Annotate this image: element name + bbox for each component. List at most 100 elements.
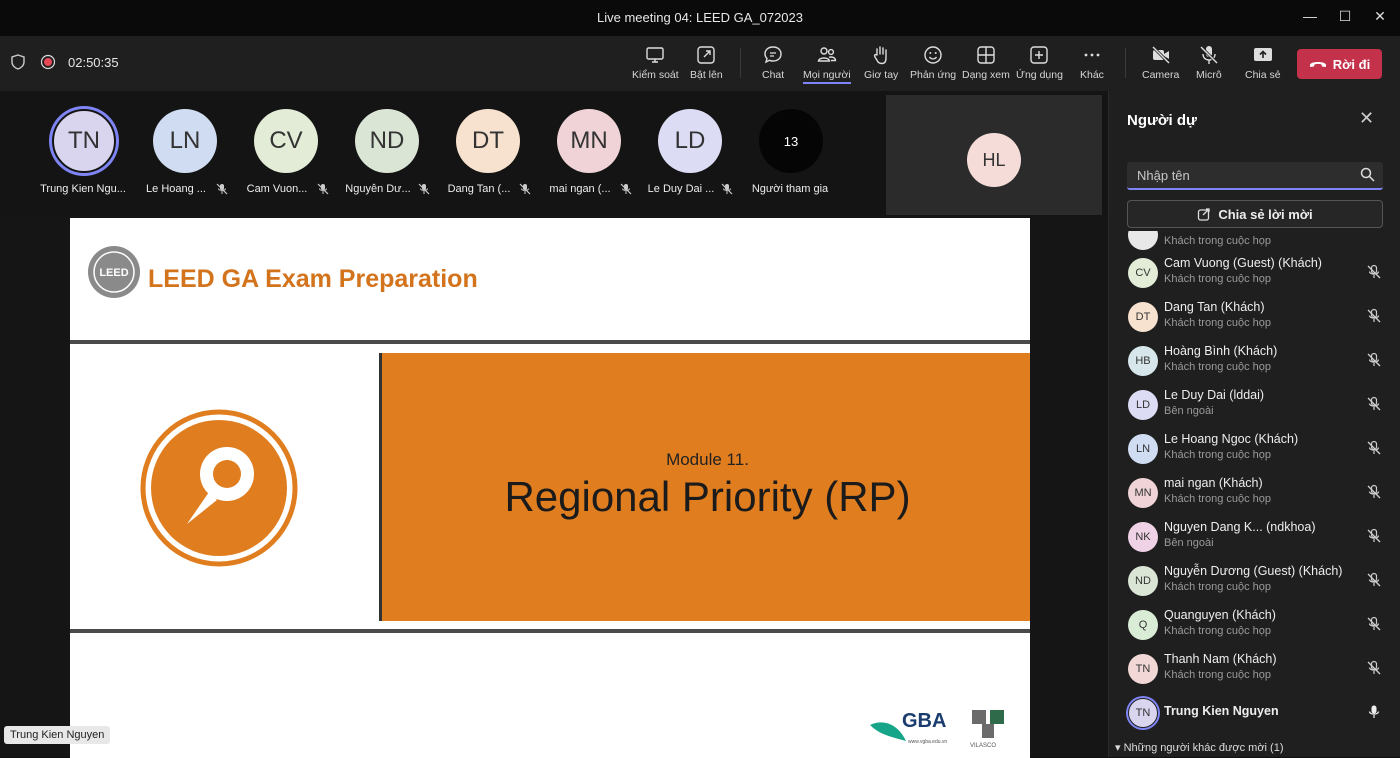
mic-off-icon[interactable] (1366, 528, 1382, 544)
title-bar: Live meeting 04: LEED GA_072023 — ☐ ✕ (0, 0, 1400, 36)
mic-on-icon[interactable] (1366, 704, 1382, 720)
overflow-label: Người tham gia (751, 183, 829, 195)
avatar: NK (1128, 522, 1158, 552)
avatar: TN (1128, 698, 1158, 728)
avatar: CV (1128, 258, 1158, 288)
mic-off-icon[interactable] (1366, 660, 1382, 676)
participant-row[interactable]: ND Nguyễn Dương (Guest) (Khách) Khách tr… (1109, 561, 1400, 605)
participant-tile[interactable]: LN Le Hoang ... (136, 105, 232, 205)
mic-off-icon[interactable] (1366, 264, 1382, 280)
participant-name: Dang Tan (Khách) (1164, 300, 1265, 314)
participant-name: Trung Kien Ngu... (40, 183, 126, 195)
participant-tile[interactable]: TN Trung Kien Ngu... (35, 105, 131, 205)
mic-off-icon (216, 183, 228, 195)
mic-off-icon (418, 183, 430, 195)
mic-off-icon[interactable] (1366, 352, 1382, 368)
panel-title: Người dự (1127, 112, 1197, 129)
slide-header: LEED GA Exam Preparation (148, 265, 478, 293)
raise-hand-label: Giơ tay (864, 69, 899, 81)
more-invited-toggle[interactable]: ▾ Những người khác được mời (1) (1115, 741, 1284, 754)
participant-row[interactable]: LD Le Duy Dai (lddai) Bên ngoài (1109, 385, 1400, 429)
mic-off-icon[interactable] (1366, 440, 1382, 456)
react-label: Phản ứng (910, 69, 957, 81)
chat-button[interactable]: Chat (762, 44, 784, 86)
share-button[interactable]: Chia sẻ (1245, 44, 1281, 86)
control-button[interactable]: Kiểm soát (632, 44, 679, 86)
close-window-icon[interactable]: ✕ (1370, 8, 1390, 28)
participant-row[interactable]: CV Cam Vuong (Guest) (Khách) Khách trong… (1109, 253, 1400, 297)
avatar: DT (456, 109, 520, 173)
participant-role: Khách trong cuộc họp (1164, 361, 1272, 373)
slide-divider (70, 629, 1030, 633)
overflow-participants-tile[interactable]: 13 Người tham gia (742, 105, 838, 205)
participant-row[interactable]: MN mai ngan (Khách) Khách trong cuộc họp (1109, 473, 1400, 517)
share-screen-icon (1253, 48, 1272, 61)
avatar: Q (1128, 610, 1158, 640)
mic-button[interactable]: Micrô (1196, 44, 1222, 86)
maximize-icon[interactable]: ☐ (1335, 8, 1355, 28)
participant-tile[interactable]: ND Nguyễn Dư... (338, 105, 434, 205)
module-number: Module 11. (666, 450, 749, 469)
raise-hand-button[interactable]: Giơ tay (864, 44, 898, 86)
participant-role: Khách trong cuộc họp (1164, 493, 1272, 505)
camera-button[interactable]: Camera (1142, 44, 1179, 86)
people-button[interactable]: Mọi người (803, 44, 851, 86)
popout-icon (697, 46, 716, 64)
share-label: Chia sẻ (1245, 69, 1281, 81)
participant-name: Le Hoang Ngoc (Khách) (1164, 432, 1299, 446)
participant-row[interactable]: TN Thanh Nam (Khách) Khách trong cuộc họ… (1109, 649, 1400, 693)
mic-off-icon[interactable] (1366, 572, 1382, 588)
participant-role: Khách trong cuộc họp (1164, 449, 1272, 461)
participant-row[interactable]: NK Nguyen Dang K... (ndkhoa) Bên ngoài (1109, 517, 1400, 561)
slide-divider (70, 340, 1030, 344)
smiley-icon (924, 46, 942, 64)
shared-slide: LEED LEED GA Exam Preparation Module 11.… (70, 218, 1030, 758)
participant-role: Khách trong cuộc họp (1164, 235, 1272, 247)
minimize-icon[interactable]: — (1300, 8, 1320, 28)
mic-off-icon[interactable] (1366, 616, 1382, 632)
window-title: Live meeting 04: LEED GA_072023 (597, 10, 803, 25)
participant-row[interactable]: Q Quanguyen (Khách) Khách trong cuộc họp (1109, 605, 1400, 649)
mic-off-icon[interactable] (1366, 308, 1382, 324)
apps-label: Ứng dụng (1016, 69, 1063, 81)
grid-view-icon (977, 46, 995, 64)
participant-name: Trung Kien Nguyen (1164, 704, 1279, 718)
leave-button[interactable]: Rời đi (1297, 49, 1382, 79)
mic-off-icon (1199, 45, 1218, 65)
participant-row[interactable]: DT Dang Tan (Khách) Khách trong cuộc họp (1109, 297, 1400, 341)
screen-control-icon (646, 47, 665, 63)
participant-name: Hoàng Bình (Khách) (1164, 344, 1278, 358)
vilasco-logo-text: VILASCO (970, 743, 997, 749)
mic-off-icon[interactable] (1366, 396, 1382, 412)
spotlight-video-tile[interactable]: HL (886, 95, 1102, 215)
mic-label: Micrô (1196, 69, 1222, 81)
leed-logo-text: LEED (99, 267, 128, 279)
more-label: Khác (1080, 69, 1104, 81)
participant-search-input[interactable]: Nhập tên (1127, 162, 1383, 190)
participant-tile[interactable]: DT Dang Tan (... (439, 105, 535, 205)
avatar: LN (153, 109, 217, 173)
view-button[interactable]: Dạng xem (962, 44, 1010, 86)
apps-button[interactable]: Ứng dụng (1016, 44, 1063, 86)
avatar: ND (1128, 566, 1158, 596)
people-icon (817, 47, 837, 62)
participant-tile[interactable]: MN mai ngan (... (540, 105, 636, 205)
avatar: TN (52, 109, 116, 173)
participant-row[interactable]: TN Trung Kien Nguyen (1109, 693, 1400, 737)
people-label: Mọi người (803, 69, 851, 84)
participant-row[interactable]: HB Hoàng Bình (Khách) Khách trong cuộc h… (1109, 341, 1400, 385)
react-button[interactable]: Phản ứng (910, 44, 956, 86)
share-invite-icon (1198, 208, 1210, 221)
more-button[interactable]: Khác (1080, 44, 1104, 86)
participant-tile[interactable]: LD Le Duy Dai ... (641, 105, 737, 205)
mic-off-icon[interactable] (1366, 484, 1382, 500)
participant-role: Khách trong cuộc họp (1164, 625, 1272, 637)
ellipsis-icon (1084, 53, 1100, 57)
participant-tile[interactable]: CV Cam Vuon... (237, 105, 333, 205)
participant-row[interactable]: LN Le Hoang Ngoc (Khách) Khách trong cuộ… (1109, 429, 1400, 473)
search-icon (1360, 167, 1375, 182)
share-invite-button[interactable]: Chia sẻ lời mời (1127, 200, 1383, 228)
participant-name: Nguyễn Dư... (345, 183, 411, 195)
popout-button[interactable]: Bật lên (690, 44, 723, 86)
close-panel-icon[interactable]: ✕ (1359, 108, 1374, 129)
